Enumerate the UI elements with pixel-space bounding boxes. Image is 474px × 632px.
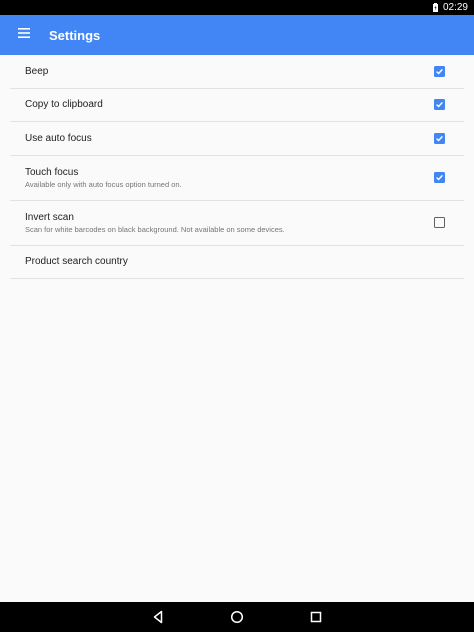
pref-product-search-country[interactable]: Product search country [10, 246, 464, 279]
status-bar: 02:29 [0, 0, 474, 15]
pref-use-auto-focus[interactable]: Use auto focus [10, 122, 464, 156]
check-icon [436, 174, 443, 181]
page-title: Settings [49, 27, 101, 43]
check-icon [436, 135, 443, 142]
back-icon [153, 610, 163, 624]
navigation-bar [0, 602, 474, 632]
settings-list: Beep Copy to clipboard Use auto focus To… [10, 55, 464, 279]
status-time: 02:29 [442, 2, 468, 13]
pref-title: Beep [25, 65, 49, 77]
check-icon [436, 102, 443, 108]
recents-icon [310, 611, 322, 623]
pref-title: Invert scan [25, 211, 74, 223]
touch-focus-checkbox[interactable] [434, 172, 445, 183]
beep-checkbox[interactable] [434, 65, 445, 77]
recents-button[interactable] [308, 609, 324, 625]
pref-title: Use auto focus [25, 132, 92, 144]
pref-summary: Available only with auto focus option tu… [25, 179, 182, 189]
check-icon [436, 68, 443, 75]
pref-beep[interactable]: Beep [10, 55, 464, 89]
hamburger-menu-icon [18, 26, 32, 44]
pref-copy-to-clipboard[interactable]: Copy to clipboard [10, 89, 464, 122]
menu-button[interactable] [0, 15, 50, 55]
invert-scan-checkbox[interactable] [434, 217, 445, 228]
pref-title: Copy to clipboard [25, 99, 103, 111]
home-button[interactable] [229, 609, 245, 625]
use-auto-focus-checkbox[interactable] [434, 132, 445, 144]
battery-icon [432, 3, 438, 12]
copy-to-clipboard-checkbox[interactable] [434, 99, 445, 111]
pref-touch-focus[interactable]: Touch focus Available only with auto foc… [10, 156, 464, 201]
back-button[interactable] [150, 609, 166, 625]
pref-summary: Scan for white barcodes on black backgro… [25, 224, 285, 234]
app-bar: Settings [0, 15, 474, 55]
pref-title: Touch focus [25, 166, 79, 178]
home-icon [230, 610, 244, 624]
pref-title: Product search country [25, 256, 128, 268]
pref-invert-scan[interactable]: Invert scan Scan for white barcodes on b… [10, 201, 464, 246]
